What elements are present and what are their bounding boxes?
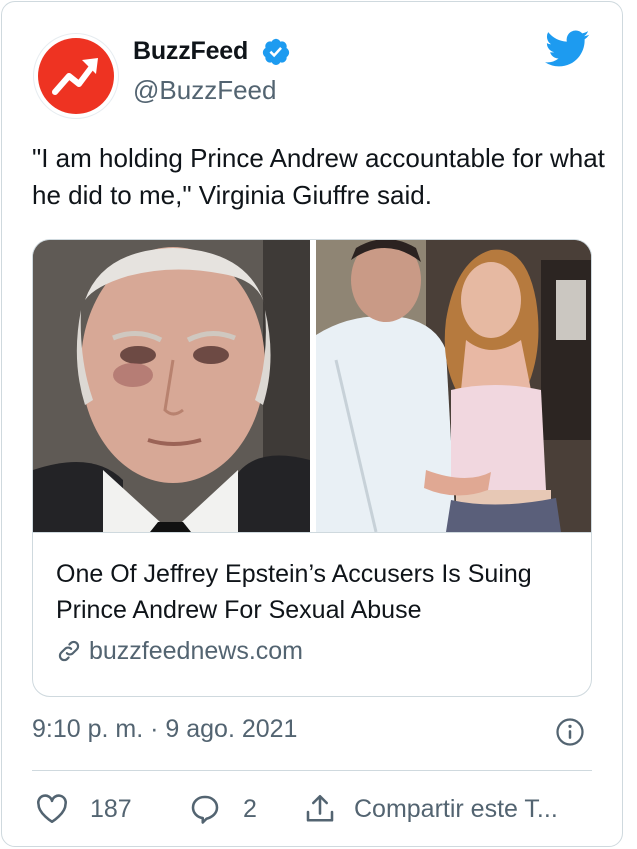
tweet-timestamp[interactable]: 9:10 p. m. · 9 ago. 2021 [32,715,297,744]
share-icon [306,794,334,822]
link-icon [58,640,80,662]
link-card-body[interactable]: One Of Jeffrey Epstein’s Accusers Is Sui… [33,532,591,696]
heart-icon [37,794,67,824]
user-handle[interactable]: @BuzzFeed [133,75,276,106]
link-card-domain-row[interactable]: buzzfeednews.com [56,635,303,667]
trending-arrow-icon [52,58,98,95]
link-card-title[interactable]: One Of Jeffrey Epstein’s Accusers Is Sui… [56,556,576,628]
tweet-card[interactable]: BuzzFeed @BuzzFeed "I am holding Prince … [1,1,623,847]
reply-button[interactable]: 2 [187,787,257,831]
action-bar: 187 2 Compartir este T... [32,787,612,831]
reply-count: 2 [243,794,257,823]
share-label: Compartir este T... [354,794,558,823]
photo-prince-andrew [33,240,310,532]
like-button[interactable]: 187 [34,787,132,831]
photo-prince-andrew-and-giuffre [316,240,591,532]
share-button[interactable]: Compartir este T... [302,787,558,831]
buzzfeed-logo [38,38,114,114]
info-icon[interactable] [555,717,585,747]
divider [32,770,592,771]
display-name[interactable]: BuzzFeed [133,37,248,66]
verified-badge-icon [262,38,290,65]
link-preview-card[interactable]: One Of Jeffrey Epstein’s Accusers Is Sui… [32,239,592,697]
reply-icon [191,795,219,824]
twitter-bird-icon[interactable] [545,30,590,68]
avatar[interactable] [33,33,119,119]
tweet-text: "I am holding Prince Andrew accountable … [32,143,605,210]
link-card-domain[interactable]: buzzfeednews.com [89,637,303,666]
like-count: 187 [90,794,132,823]
